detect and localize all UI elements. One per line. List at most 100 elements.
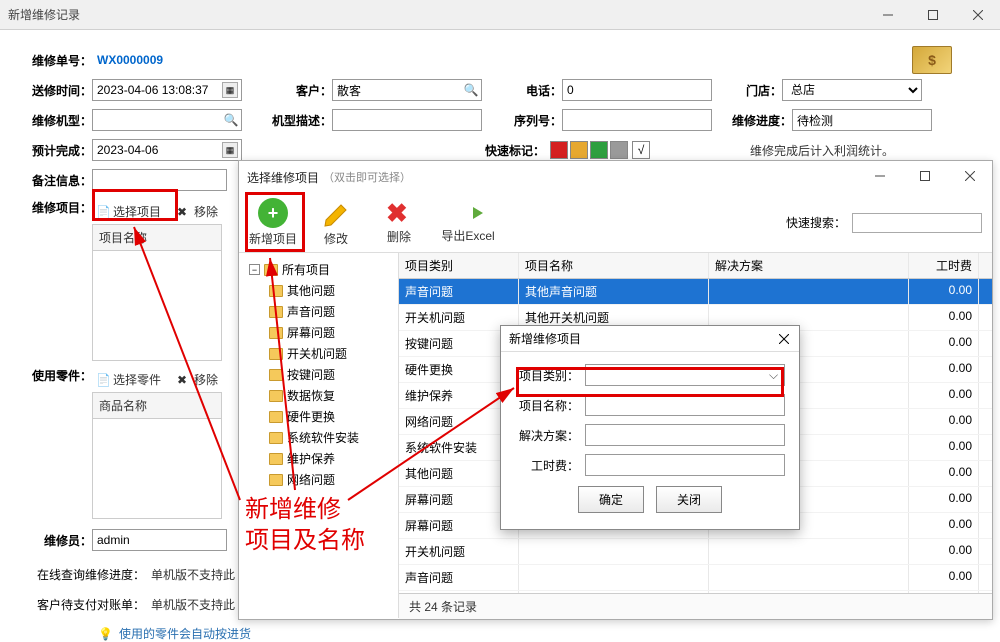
order-number[interactable]: WX0000009 — [97, 53, 163, 67]
tree-node[interactable]: 屏幕问题 — [243, 322, 394, 343]
useparts-label: 使用零件： — [30, 367, 92, 384]
chevron-down-icon: ⌵ — [766, 368, 781, 383]
col-category[interactable]: 项目类别 — [399, 253, 519, 278]
close-button[interactable] — [769, 326, 799, 352]
color-swatch[interactable] — [610, 141, 628, 159]
select-item-button[interactable]: 📄选择项目 — [92, 201, 165, 222]
tree-node[interactable]: 数据恢复 — [243, 385, 394, 406]
calendar-icon[interactable]: ▦ — [222, 142, 238, 158]
customer-input[interactable]: 散客🔍 — [332, 79, 482, 101]
modeldesc-label: 机型描述： — [272, 112, 332, 129]
search-icon[interactable]: 🔍 — [223, 112, 239, 128]
tree-node[interactable]: 维护保养 — [243, 448, 394, 469]
delete-button[interactable]: ✖ 删除 — [375, 200, 423, 245]
model-label: 维修机型： — [30, 112, 92, 129]
x-icon: ✖ — [386, 200, 412, 226]
remove-item-button[interactable]: ✖移除 — [173, 201, 222, 222]
money-icon — [912, 46, 952, 74]
store-label: 门店： — [742, 82, 782, 99]
window-title: 新增维修记录 — [8, 6, 80, 23]
search-icon[interactable]: 🔍 — [463, 82, 479, 98]
quick-search-input[interactable] — [852, 213, 982, 233]
goods-name-column: 商品名称 — [92, 392, 222, 419]
close-button[interactable] — [955, 0, 1000, 30]
remove-part-button[interactable]: ✖移除 — [173, 369, 222, 390]
note-input[interactable] — [92, 169, 227, 191]
store-select[interactable]: 总店 — [782, 79, 922, 101]
repair-items-grid[interactable] — [92, 251, 222, 361]
tree-node[interactable]: 网络问题 — [243, 469, 394, 490]
note-label: 备注信息： — [30, 172, 92, 189]
color-swatch[interactable] — [570, 141, 588, 159]
add-doc-icon: 📄 — [96, 205, 110, 219]
color-swatch[interactable] — [590, 141, 608, 159]
tree-node[interactable]: 开关机问题 — [243, 343, 394, 364]
tree-node[interactable]: 系统软件安装 — [243, 427, 394, 448]
tree-node[interactable]: 其他问题 — [243, 280, 394, 301]
table-row[interactable]: 声音问题其他声音问题0.00 — [399, 279, 992, 305]
col-solution[interactable]: 解决方案 — [709, 253, 909, 278]
check-square[interactable]: √ — [632, 141, 650, 159]
minimize-button[interactable] — [865, 0, 910, 30]
parts-grid[interactable] — [92, 419, 222, 519]
category-select[interactable]: ⌵ — [585, 364, 785, 386]
name-label: 项目名称： — [515, 397, 585, 414]
folder-icon — [269, 306, 283, 318]
add-item-button[interactable]: + 新增项目 — [249, 198, 297, 247]
proj-name-column: 项目名称 — [92, 224, 222, 251]
dialog-title: 新增维修项目 — [509, 330, 581, 347]
folder-icon — [269, 411, 283, 423]
tree-node[interactable]: 声音问题 — [243, 301, 394, 322]
quickmark-label: 快速标记： — [485, 142, 545, 159]
folder-icon — [269, 285, 283, 297]
table-row[interactable]: 开关机问题0.00 — [399, 539, 992, 565]
fee-input[interactable] — [585, 454, 785, 476]
tree-node[interactable]: 硬件更换 — [243, 406, 394, 427]
progress-label: 维修进度： — [732, 112, 792, 129]
tree-node[interactable]: 按键问题 — [243, 364, 394, 385]
folder-icon — [269, 348, 283, 360]
model-input[interactable]: 🔍 — [92, 109, 242, 131]
solution-input[interactable] — [585, 424, 785, 446]
pencil-icon — [321, 198, 351, 228]
maximize-button[interactable] — [902, 161, 947, 191]
serial-input[interactable] — [562, 109, 712, 131]
color-swatch[interactable] — [550, 141, 568, 159]
table-row[interactable]: 声音问题0.00 — [399, 565, 992, 591]
expect-input[interactable]: 2023-04-06▦ — [92, 139, 242, 161]
cancel-button[interactable]: 关闭 — [656, 486, 722, 513]
col-fee[interactable]: 工时费 — [909, 253, 979, 278]
sendtime-input[interactable]: 2023-04-06 13:08:37▦ — [92, 79, 242, 101]
sendtime-label: 送修时间： — [30, 82, 92, 99]
arrow-right-icon — [453, 201, 483, 225]
ok-button[interactable]: 确定 — [578, 486, 644, 513]
maximize-button[interactable] — [910, 0, 955, 30]
col-name[interactable]: 项目名称 — [519, 253, 709, 278]
export-button[interactable]: 导出Excel — [438, 201, 498, 244]
calendar-icon[interactable]: ▦ — [222, 82, 238, 98]
fee-label: 工时费： — [515, 457, 585, 474]
folder-icon — [269, 474, 283, 486]
phone-input[interactable] — [562, 79, 712, 101]
progress-input[interactable] — [792, 109, 932, 131]
folder-icon — [269, 453, 283, 465]
plus-icon: + — [258, 198, 288, 228]
name-input[interactable] — [585, 394, 785, 416]
close-button[interactable] — [947, 161, 992, 191]
modeldesc-input[interactable] — [332, 109, 482, 131]
collapse-icon[interactable]: − — [249, 264, 260, 275]
folder-icon — [269, 432, 283, 444]
category-tree[interactable]: − 所有项目 其他问题声音问题屏幕问题开关机问题按键问题数据恢复硬件更换系统软件… — [239, 253, 399, 618]
order-label: 维修单号： — [30, 52, 92, 69]
repairer-input[interactable] — [92, 529, 227, 551]
record-count: 共 24 条记录 — [399, 593, 992, 619]
tree-root[interactable]: − 所有项目 — [243, 259, 394, 280]
repairitems-label: 维修项目： — [30, 199, 92, 216]
add-item-dialog: 新增维修项目 项目类别： ⌵ 项目名称： 解决方案： 工时费： 确定 关闭 — [500, 325, 800, 530]
minimize-button[interactable] — [857, 161, 902, 191]
quick-search-label: 快速搜索： — [786, 214, 846, 231]
edit-button[interactable]: 修改 — [312, 198, 360, 247]
select-part-button[interactable]: 📄选择零件 — [92, 369, 165, 390]
repairer-label: 维修员： — [30, 532, 92, 549]
folder-icon — [269, 369, 283, 381]
